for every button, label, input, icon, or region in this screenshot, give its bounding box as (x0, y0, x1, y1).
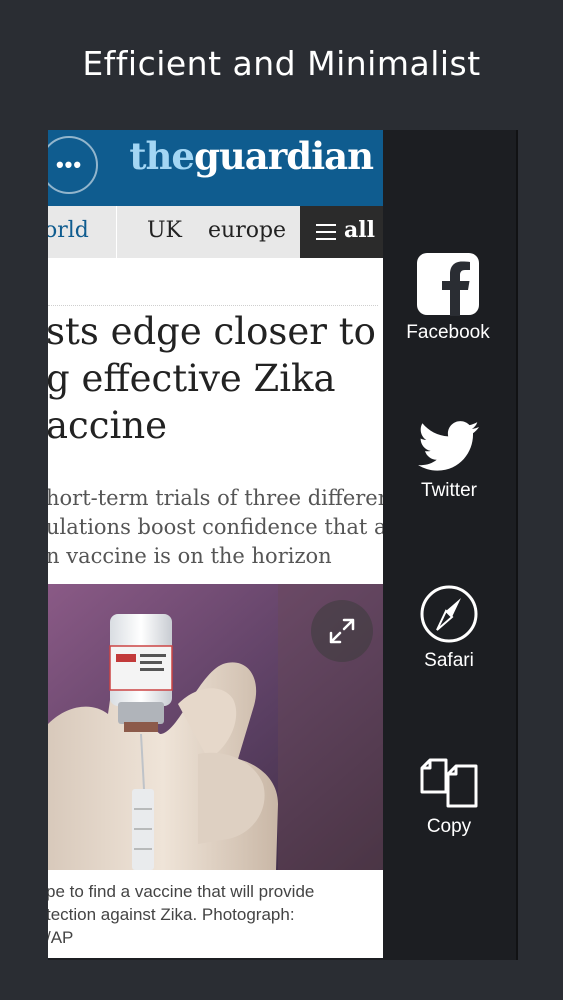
nav-item-all[interactable]: all (300, 206, 383, 258)
logo-prefix: the (129, 134, 195, 178)
article-card[interactable]: ••• theguardian orld UK europe all sts e… (48, 130, 383, 958)
expand-icon[interactable] (311, 600, 373, 662)
nav-item-europe[interactable]: europe (208, 218, 286, 243)
share-facebook[interactable]: Facebook (388, 252, 508, 344)
promo-headline: Efficient and Minimalist (82, 44, 481, 83)
guardian-header: ••• theguardian (48, 130, 383, 206)
facebook-icon (417, 253, 479, 316)
share-twitter[interactable]: Twitter (389, 420, 509, 502)
share-copy-label: Copy (426, 816, 472, 837)
ellipsis-icon[interactable]: ••• (48, 136, 98, 194)
share-facebook-label: Facebook (406, 322, 490, 343)
nav-item-world[interactable]: orld (48, 218, 89, 243)
nav-all-label: all (344, 217, 375, 243)
share-twitter-label: Twitter (421, 480, 477, 501)
nav-divider (116, 206, 117, 258)
logo-suffix: guardian (193, 134, 374, 178)
photo-caption: pe to find a vaccine that will provide t… (48, 882, 315, 947)
article-title: sts edge closer to g effective Zika acci… (48, 310, 376, 447)
share-safari-label: Safari (424, 650, 474, 671)
twitter-icon (418, 421, 479, 471)
dotted-divider (48, 305, 378, 306)
section-nav: orld UK europe all (48, 206, 383, 258)
nav-item-uk[interactable]: UK (147, 218, 182, 243)
copy-icon (420, 758, 478, 808)
article-photo[interactable] (48, 584, 383, 870)
share-safari[interactable]: Safari (389, 584, 509, 672)
article-standfirst: hort-term trials of three different ulat… (48, 486, 383, 568)
share-copy[interactable]: Copy (389, 748, 509, 838)
hamburger-icon (316, 224, 336, 240)
guardian-logo[interactable]: theguardian (129, 134, 374, 178)
safari-compass-icon (420, 585, 478, 643)
